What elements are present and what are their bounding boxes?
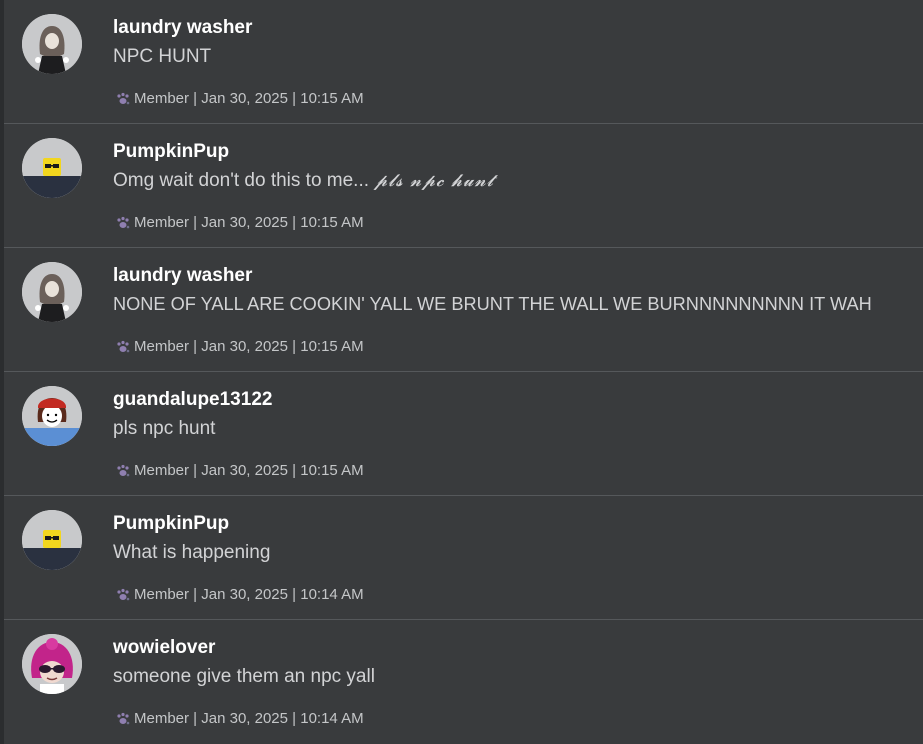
- member-role: Member: [134, 214, 190, 231]
- meta-separator: |: [189, 462, 202, 479]
- username[interactable]: laundry washer: [113, 265, 252, 287]
- comment-message: someone give them an npc yall: [113, 666, 375, 688]
- comment-post: PumpkinPup What is happening Member | Ja…: [4, 496, 923, 620]
- yellow-head-sunglasses-avatar-icon: [22, 510, 82, 570]
- avatar[interactable]: [22, 386, 82, 446]
- comment-text: NPC HUNT: [113, 46, 212, 67]
- meta-separator: |: [189, 710, 202, 727]
- username[interactable]: PumpkinPup: [113, 141, 229, 163]
- member-role: Member: [134, 338, 190, 355]
- meta-separator: |: [189, 214, 202, 231]
- username[interactable]: PumpkinPup: [113, 513, 229, 535]
- comment-meta: Member | Jan 30, 2025 | 10:15 AM: [115, 462, 364, 479]
- comment-text: pls npc hunt: [113, 418, 216, 439]
- comment-meta: Member | Jan 30, 2025 | 10:14 AM: [115, 586, 364, 603]
- meta-separator: |: [288, 710, 301, 727]
- avatar[interactable]: [22, 634, 82, 694]
- post-date: Jan 30, 2025: [201, 462, 288, 479]
- comment-meta: Member | Jan 30, 2025 | 10:15 AM: [115, 338, 364, 355]
- username[interactable]: laundry washer: [113, 17, 252, 39]
- comment-message: Omg wait don't do this to me... 𝓹𝓵𝓼 𝓷𝓹𝓬 …: [113, 170, 494, 192]
- comment-post: laundry washer NONE OF YALL ARE COOKIN' …: [4, 248, 923, 372]
- post-time: 10:15 AM: [300, 462, 364, 479]
- post-time: 10:14 AM: [300, 710, 364, 727]
- comment-text-fancy: 𝓹𝓵𝓼 𝓷𝓹𝓬 𝓱𝓾𝓷𝓽: [374, 171, 495, 191]
- member-role: Member: [134, 710, 190, 727]
- comment-message: pls npc hunt: [113, 418, 215, 440]
- post-date: Jan 30, 2025: [201, 710, 288, 727]
- meta-separator: |: [288, 90, 301, 107]
- meta-separator: |: [288, 462, 301, 479]
- comment-message: NPC HUNT: [113, 46, 211, 68]
- avatar[interactable]: [22, 262, 82, 322]
- avatar[interactable]: [22, 138, 82, 198]
- comment-text: Omg wait don't do this to me...: [113, 170, 370, 191]
- comment-meta: Member | Jan 30, 2025 | 10:14 AM: [115, 710, 364, 727]
- comment-meta: Member | Jan 30, 2025 | 10:15 AM: [115, 90, 364, 107]
- gray-hair-avatar-icon: [22, 14, 82, 74]
- meta-separator: |: [288, 586, 301, 603]
- meta-separator: |: [288, 338, 301, 355]
- post-date: Jan 30, 2025: [201, 90, 288, 107]
- username[interactable]: wowielover: [113, 637, 215, 659]
- gray-hair-avatar-icon: [22, 262, 82, 322]
- comment-text: NONE OF YALL ARE COOKIN' YALL WE BRUNT T…: [113, 294, 872, 314]
- comment-message: NONE OF YALL ARE COOKIN' YALL WE BRUNT T…: [113, 294, 872, 316]
- meta-separator: |: [189, 586, 202, 603]
- post-time: 10:15 AM: [300, 338, 364, 355]
- comment-post: guandalupe13122 pls npc hunt Member | Ja…: [4, 372, 923, 496]
- member-role: Member: [134, 90, 190, 107]
- comment-text: What is happening: [113, 542, 271, 563]
- comment-meta: Member | Jan 30, 2025 | 10:15 AM: [115, 214, 364, 231]
- comment-post: PumpkinPup Omg wait don't do this to me.…: [4, 124, 923, 248]
- member-role: Member: [134, 462, 190, 479]
- comment-post: wowielover someone give them an npc yall…: [4, 620, 923, 744]
- comment-text: someone give them an npc yall: [113, 666, 375, 687]
- comment-post: laundry washer NPC HUNT Member | Jan 30,…: [4, 0, 923, 124]
- red-hat-avatar-icon: [22, 386, 82, 446]
- pink-hair-sunglasses-avatar-icon: [22, 634, 82, 694]
- paw-icon: [117, 216, 130, 228]
- paw-icon: [117, 340, 130, 352]
- post-date: Jan 30, 2025: [201, 338, 288, 355]
- paw-icon: [117, 92, 130, 104]
- paw-icon: [117, 588, 130, 600]
- paw-icon: [117, 712, 130, 724]
- paw-icon: [117, 464, 130, 476]
- post-time: 10:14 AM: [300, 586, 364, 603]
- comment-feed: laundry washer NPC HUNT Member | Jan 30,…: [4, 0, 923, 744]
- comment-message: What is happening: [113, 542, 270, 564]
- meta-separator: |: [288, 214, 301, 231]
- member-role: Member: [134, 586, 190, 603]
- avatar[interactable]: [22, 14, 82, 74]
- avatar[interactable]: [22, 510, 82, 570]
- post-time: 10:15 AM: [300, 214, 364, 231]
- yellow-head-sunglasses-avatar-icon: [22, 138, 82, 198]
- post-date: Jan 30, 2025: [201, 586, 288, 603]
- username[interactable]: guandalupe13122: [113, 389, 272, 411]
- post-date: Jan 30, 2025: [201, 214, 288, 231]
- meta-separator: |: [189, 90, 202, 107]
- post-time: 10:15 AM: [300, 90, 364, 107]
- meta-separator: |: [189, 338, 202, 355]
